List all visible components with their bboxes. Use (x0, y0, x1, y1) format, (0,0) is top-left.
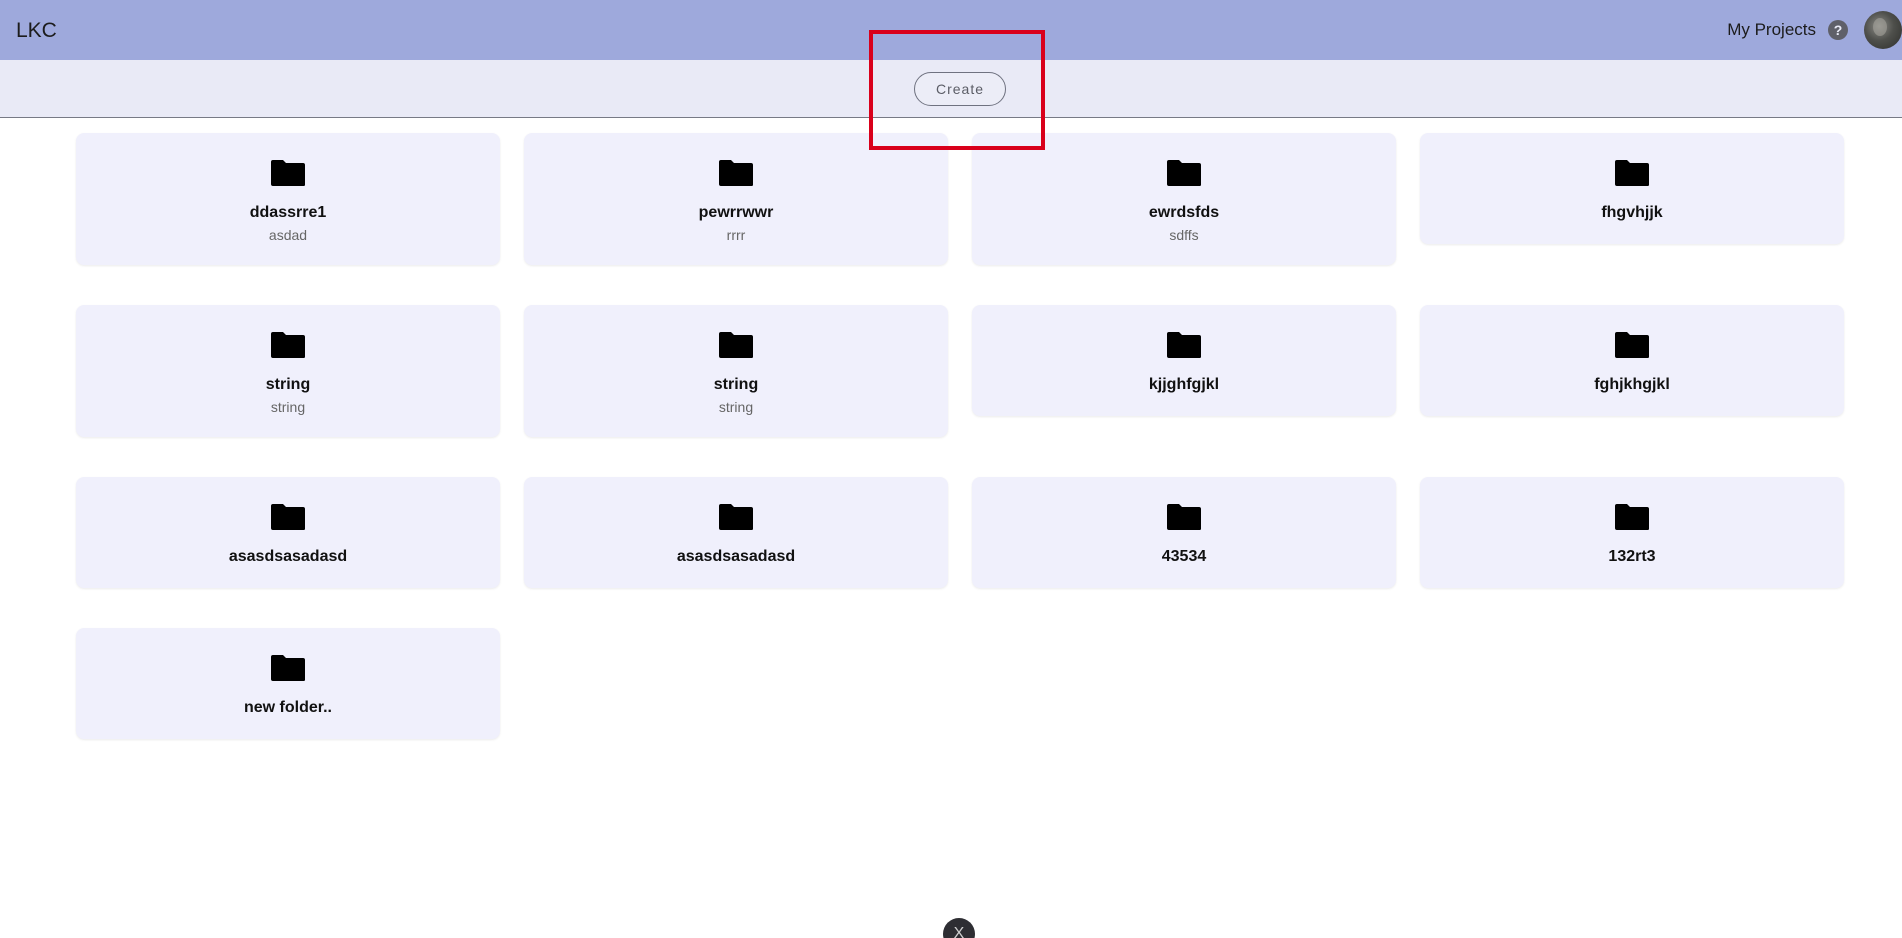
folder-icon (271, 655, 305, 681)
folder-subtitle: sdffs (1169, 227, 1199, 243)
folder-title: fghjkhgjkl (1594, 376, 1670, 393)
folder-title: pewrrwwr (698, 204, 774, 221)
folder-title: new folder.. (243, 699, 332, 716)
folder-card[interactable]: asasdsasadasd (76, 477, 500, 588)
folder-icon (271, 332, 305, 358)
folder-card[interactable]: asasdsasadasd (524, 477, 948, 588)
folder-card[interactable]: ddassrre1 asdad (76, 133, 500, 265)
folder-title: asasdsasadasd (228, 548, 348, 565)
folder-subtitle: rrrr (726, 227, 746, 243)
folder-icon (1167, 504, 1201, 530)
folder-card[interactable]: new folder.. (76, 628, 500, 739)
folder-title: kjjghfgjkl (1148, 376, 1220, 393)
folder-icon (271, 160, 305, 186)
folder-subtitle: string (718, 399, 754, 415)
folder-icon (719, 332, 753, 358)
folder-icon (1615, 504, 1649, 530)
folder-icon (271, 504, 305, 530)
folder-title: string (265, 376, 311, 393)
folder-title: 43534 (1161, 548, 1207, 565)
folder-card[interactable]: string string (76, 305, 500, 437)
folder-card[interactable]: 43534 (972, 477, 1396, 588)
folder-card[interactable]: string string (524, 305, 948, 437)
folder-card[interactable]: ewrdsfds sdffs (972, 133, 1396, 265)
folder-title: string (713, 376, 759, 393)
folder-icon (1167, 332, 1201, 358)
folder-grid: ddassrre1 asdad pewrrwwr rrrr ewrdsfds s… (0, 0, 1902, 938)
folder-title: fhgvhjjk (1601, 204, 1663, 221)
folder-icon (719, 160, 753, 186)
folder-icon (1615, 332, 1649, 358)
folder-card[interactable]: pewrrwwr rrrr (524, 133, 948, 265)
folder-icon (1615, 160, 1649, 186)
folder-card[interactable]: fghjkhgjkl (1420, 305, 1844, 416)
folder-subtitle: asdad (268, 227, 308, 243)
folder-card[interactable]: 132rt3 (1420, 477, 1844, 588)
folder-icon (719, 504, 753, 530)
folder-icon (1167, 160, 1201, 186)
folder-title: ewrdsfds (1148, 204, 1220, 221)
folder-title: ddassrre1 (249, 204, 327, 221)
page: LKC My Projects ? Create ddassrre1 asdad… (0, 0, 1902, 938)
folder-card[interactable]: kjjghfgjkl (972, 305, 1396, 416)
folder-title: asasdsasadasd (676, 548, 796, 565)
folder-card[interactable]: fhgvhjjk (1420, 133, 1844, 244)
folder-title: 132rt3 (1608, 548, 1656, 565)
folder-subtitle: string (270, 399, 306, 415)
